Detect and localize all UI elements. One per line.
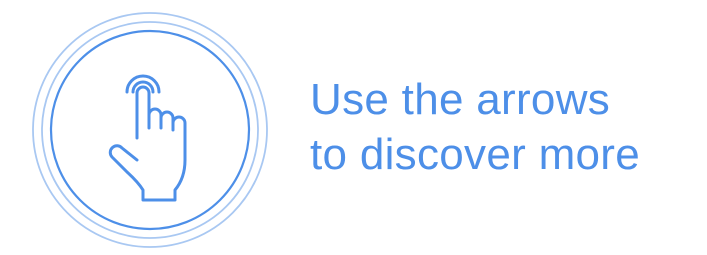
hint-line-2: to discover more — [310, 130, 641, 179]
swipe-hint-banner: Use the arrows to discover more — [0, 0, 707, 254]
tap-hand-icon — [30, 10, 270, 250]
middle-ring — [41, 21, 259, 239]
hint-message: Use the arrows to discover more — [310, 72, 640, 182]
hint-line-1: Use the arrows — [310, 75, 611, 124]
hand-glyph — [108, 74, 187, 202]
outer-ring — [32, 12, 268, 248]
